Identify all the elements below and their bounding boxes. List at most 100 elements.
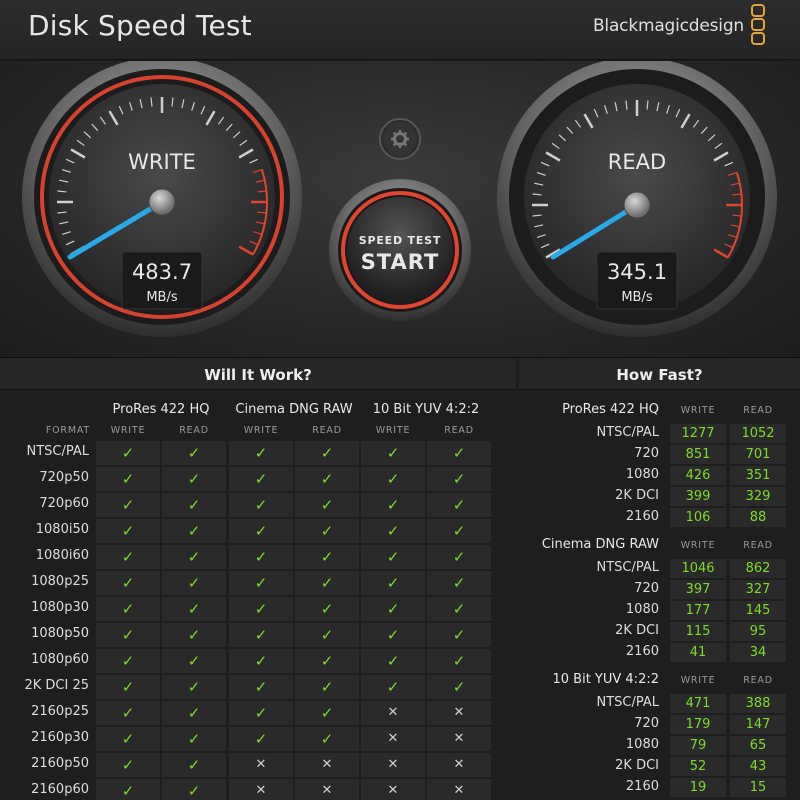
format-label: 1080p50: [31, 626, 89, 641]
check-icon: ✓: [295, 493, 359, 517]
check-icon: ✓: [361, 493, 425, 517]
table-row: 1080i60 ✓ ✓ ✓ ✓ ✓ ✓: [0, 544, 516, 570]
brand-name: Blackmagicdesign: [592, 16, 744, 36]
cross-icon: ✕: [361, 753, 425, 777]
how-fast-write-value: 399: [670, 487, 726, 506]
start-button[interactable]: SPEED TEST START: [329, 179, 471, 321]
how-fast-read-value: 88: [730, 508, 786, 527]
how-fast-format-label: 720: [634, 581, 659, 596]
table-row: 1080p50 ✓ ✓ ✓ ✓ ✓ ✓: [0, 622, 516, 648]
write-needle-hub: [148, 188, 176, 216]
check-icon: ✓: [361, 441, 425, 465]
codec-yuv-header: 10 Bit YUV 4:2:2: [372, 402, 480, 417]
check-icon: ✓: [96, 675, 160, 699]
start-button-line1: SPEED TEST: [359, 234, 441, 247]
check-icon: ✓: [162, 727, 226, 751]
check-icon: ✓: [295, 701, 359, 725]
yuv-write-header: WRITE: [375, 425, 411, 436]
write-gauge-label: WRITE: [128, 150, 196, 174]
how-fast-format-label: 2K DCI: [615, 623, 659, 638]
check-icon: ✓: [96, 649, 160, 673]
how-fast-read-value: 701: [730, 445, 786, 464]
check-icon: ✓: [427, 571, 491, 595]
check-icon: ✓: [162, 779, 226, 800]
how-fast-read-value: 351: [730, 466, 786, 485]
table-row: 1080i50 ✓ ✓ ✓ ✓ ✓ ✓: [0, 518, 516, 544]
check-icon: ✓: [361, 649, 425, 673]
check-icon: ✓: [162, 597, 226, 621]
results-panel: Will It Work? ProRes 422 HQ Cinema DNG R…: [0, 358, 800, 800]
how-fast-read-value: 145: [730, 601, 786, 620]
format-label: 2160p25: [31, 704, 89, 719]
check-icon: ✓: [162, 493, 226, 517]
how-fast-write-value: 851: [670, 445, 726, 464]
how-fast-write-value: 106: [670, 508, 726, 527]
check-icon: ✓: [295, 519, 359, 543]
check-icon: ✓: [229, 649, 293, 673]
how-fast-write-value: 52: [670, 757, 726, 776]
check-icon: ✓: [295, 727, 359, 751]
how-fast-read-value: 65: [730, 736, 786, 755]
format-column-header: FORMAT: [45, 425, 90, 436]
cross-icon: ✕: [427, 701, 491, 725]
how-fast-format-label: 720: [634, 446, 659, 461]
check-icon: ✓: [427, 597, 491, 621]
how-fast-format-label: NTSC/PAL: [596, 695, 659, 710]
read-gauge-label: READ: [608, 150, 666, 174]
yuv-read-header: READ: [444, 425, 474, 436]
check-icon: ✓: [96, 571, 160, 595]
gauge-panel: WRITE 483.7 MB/s READ 345.1 MB/s SPEED T…: [0, 61, 800, 358]
cross-icon: ✕: [229, 779, 293, 800]
how-fast-format-label: 1080: [625, 602, 659, 617]
how-fast-read-value: 95: [730, 622, 786, 641]
settings-button[interactable]: [379, 118, 421, 160]
cross-icon: ✕: [427, 753, 491, 777]
how-fast-read-header: READ: [743, 540, 773, 551]
write-speed-unit: MB/s: [146, 290, 178, 305]
how-fast-write-header: WRITE: [680, 675, 716, 686]
how-fast-codec-header: Cinema DNG RAW: [541, 537, 659, 552]
check-icon: ✓: [229, 675, 293, 699]
header-bar: Disk Speed Test Blackmagicdesign: [0, 0, 800, 60]
check-icon: ✓: [229, 441, 293, 465]
check-icon: ✓: [427, 493, 491, 517]
how-fast-write-header: WRITE: [680, 540, 716, 551]
check-icon: ✓: [96, 753, 160, 777]
will-it-work-title: Will It Work?: [0, 358, 516, 390]
how-fast-read-value: 147: [730, 715, 786, 734]
how-fast-format-label: 2K DCI: [615, 488, 659, 503]
how-fast-format-label: 2160: [625, 509, 659, 524]
check-icon: ✓: [96, 545, 160, 569]
blackmagic-logo-icon: [751, 4, 765, 45]
how-fast-table: How Fast? ProRes 422 HQ WRITE READ NTSC/PAL…: [519, 358, 800, 800]
how-fast-read-value: 43: [730, 757, 786, 776]
how-fast-write-value: 79: [670, 736, 726, 755]
how-fast-write-value: 115: [670, 622, 726, 641]
how-fast-format-label: 2160: [625, 644, 659, 659]
check-icon: ✓: [162, 753, 226, 777]
how-fast-write-header: WRITE: [680, 405, 716, 416]
check-icon: ✓: [229, 467, 293, 491]
check-icon: ✓: [229, 597, 293, 621]
format-label: 1080p25: [31, 574, 89, 589]
format-label: NTSC/PAL: [26, 444, 89, 459]
how-fast-read-value: 862: [730, 559, 786, 578]
cross-icon: ✕: [361, 701, 425, 725]
check-icon: ✓: [427, 519, 491, 543]
check-icon: ✓: [162, 467, 226, 491]
check-icon: ✓: [427, 649, 491, 673]
how-fast-read-value: 34: [730, 643, 786, 662]
check-icon: ✓: [361, 545, 425, 569]
how-fast-format-label: NTSC/PAL: [596, 560, 659, 575]
check-icon: ✓: [427, 675, 491, 699]
check-icon: ✓: [229, 571, 293, 595]
format-label: 2160p30: [31, 730, 89, 745]
how-fast-write-value: 397: [670, 580, 726, 599]
how-fast-format-label: 2K DCI: [615, 758, 659, 773]
how-fast-codec-header: ProRes 422 HQ: [562, 402, 659, 417]
table-row: 2160p50 ✓ ✓ ✕ ✕ ✕ ✕: [0, 752, 516, 778]
check-icon: ✓: [361, 623, 425, 647]
prores-read-header: READ: [179, 425, 209, 436]
how-fast-codec-header: 10 Bit YUV 4:2:2: [552, 672, 660, 687]
write-speed-value: 483.7: [132, 260, 192, 284]
